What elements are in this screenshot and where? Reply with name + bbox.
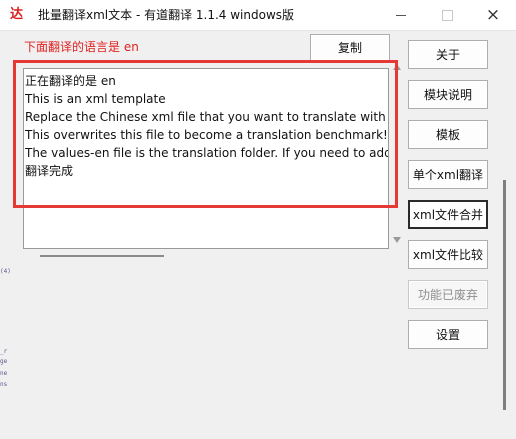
output-text: 正在翻译的是 en This is an xml template Replac… <box>25 72 389 180</box>
window-title: 批量翻译xml文本 - 有道翻译 1.1.4 windows版 <box>38 8 295 22</box>
fragment-text: ns <box>0 381 8 388</box>
background-window-fragment: (4) _r ge ne ns <box>0 250 11 390</box>
xml-merge-button[interactable]: xml文件合并 <box>408 200 488 229</box>
output-line: Replace the Chinese xml file that you wa… <box>25 110 389 124</box>
fragment-text: (4) <box>0 268 11 275</box>
language-label: 下面翻译的语言是 en <box>24 40 139 54</box>
xml-compare-button[interactable]: xml文件比较 <box>408 240 488 269</box>
about-button[interactable]: 关于 <box>408 40 488 69</box>
close-icon: × <box>485 5 501 25</box>
deprecated-feature-button: 功能已废弃 <box>408 280 488 309</box>
app-window: 达 批量翻译xml文本 - 有道翻译 1.1.4 windows版 × 下面翻译… <box>0 0 516 439</box>
scroll-up-arrow-icon[interactable] <box>393 64 401 70</box>
output-line: 翻译完成 <box>25 164 74 178</box>
background-scrollbar <box>503 180 506 410</box>
minimize-button[interactable] <box>378 0 424 30</box>
fragment-text: _r <box>0 348 8 355</box>
settings-button[interactable]: 设置 <box>408 320 488 349</box>
single-xml-translate-button[interactable]: 单个xml翻译 <box>408 160 488 189</box>
output-line: This overwrites this file to become a tr… <box>25 128 389 142</box>
maximize-icon <box>441 9 453 21</box>
translation-output-textarea[interactable]: 正在翻译的是 en This is an xml template Replac… <box>23 68 389 249</box>
title-bar[interactable]: 达 批量翻译xml文本 - 有道翻译 1.1.4 windows版 × <box>0 0 516 31</box>
module-help-button[interactable]: 模块说明 <box>408 80 488 109</box>
scroll-down-arrow-icon[interactable] <box>393 237 401 243</box>
fragment-text: ne <box>0 370 8 377</box>
output-line: 正在翻译的是 en <box>25 74 116 88</box>
output-line: This is an xml template <box>25 92 166 106</box>
app-icon: 达 <box>10 7 24 22</box>
copy-button[interactable]: 复制 <box>310 34 390 61</box>
close-button[interactable]: × <box>470 0 516 30</box>
horizontal-scrollbar-thumb[interactable] <box>40 255 164 257</box>
minimize-icon <box>396 14 406 16</box>
template-button[interactable]: 模板 <box>408 120 488 149</box>
output-line: The values-en file is the translation fo… <box>25 146 389 160</box>
maximize-button[interactable] <box>424 0 470 30</box>
fragment-text: ge <box>0 358 8 365</box>
